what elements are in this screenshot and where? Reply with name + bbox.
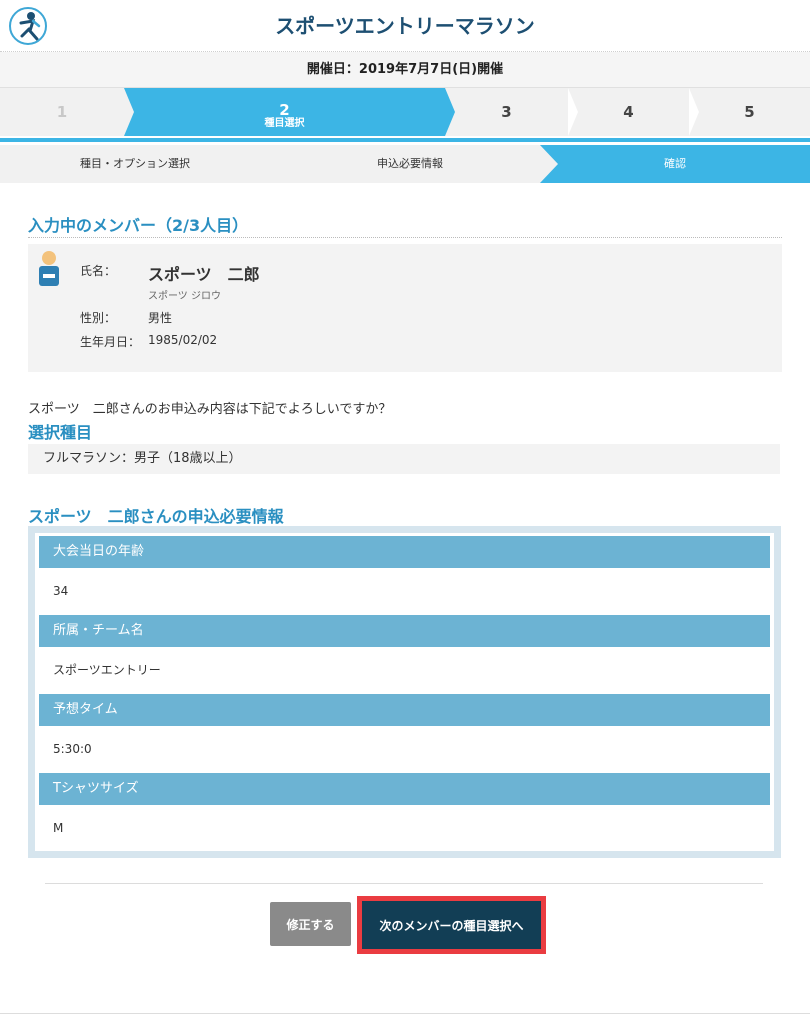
next-button-highlight: 次のメンバーの種目選択へ — [357, 896, 546, 954]
substep-required-info: 申込必要情報 — [377, 157, 443, 170]
step-chevron — [568, 88, 578, 136]
member-name-kana: スポーツ ジロウ — [148, 291, 221, 302]
info-label-team: 所属・チーム名 — [39, 615, 770, 647]
substep-options: 種目・オプション選択 — [80, 157, 190, 170]
progress-steps: 1 2 種目選択 3 4 5 — [0, 88, 810, 136]
step-number: 1 — [56, 103, 68, 121]
member-card: 氏名： スポーツ 二郎 スポーツ ジロウ 性別： 男性 生年月日： 1985/0… — [28, 244, 782, 372]
info-label-tshirt: Tシャツサイズ — [39, 773, 770, 805]
info-value-tshirt: M — [53, 821, 64, 835]
step-number: 3 — [501, 103, 512, 121]
info-value-time: 5:30:0 — [53, 742, 92, 756]
steps-underline — [0, 136, 810, 142]
step-chevron — [445, 88, 455, 136]
member-heading: 入力中のメンバー（2/3人目） — [28, 216, 249, 235]
step-3: 3 — [445, 88, 568, 136]
sub-steps: 種目・オプション選択 申込必要情報 確認 — [0, 145, 810, 183]
step-chevron — [124, 88, 134, 136]
divider — [45, 883, 763, 884]
gender-label: 性別： — [80, 311, 117, 325]
event-date: 開催日：2019年7月7日(日)開催 — [0, 52, 810, 88]
step-number: 5 — [744, 103, 755, 121]
selected-event-heading: 選択種目 — [28, 423, 93, 442]
step-4: 4 — [568, 88, 689, 136]
selected-event-value: フルマラソン：男子（18歳以上） — [28, 444, 780, 474]
info-value-team: スポーツエントリー — [53, 663, 161, 677]
app-title: スポーツエントリーマラソン — [275, 14, 535, 38]
step-chevron — [689, 88, 699, 136]
footer-divider — [0, 1013, 810, 1014]
app-header: スポーツエントリーマラソン — [0, 0, 810, 52]
info-value-age: 34 — [53, 584, 69, 598]
heading-divider — [28, 237, 782, 238]
step-5: 5 — [689, 88, 810, 136]
name-label: 氏名： — [80, 264, 117, 278]
required-info-heading: スポーツ 二郎さんの申込必要情報 — [28, 507, 284, 526]
member-birth: 1985/02/02 — [148, 333, 218, 347]
member-gender: 男性 — [148, 311, 173, 325]
step-number: 2 — [279, 101, 290, 119]
member-name: スポーツ 二郎 — [148, 265, 260, 284]
person-icon — [38, 250, 60, 286]
step-label: 種目選択 — [264, 118, 305, 129]
confirm-question: スポーツ 二郎さんのお申込み内容は下記でよろしいですか？ — [28, 402, 392, 417]
step-number: 4 — [623, 103, 634, 121]
step-1: 1 — [0, 88, 124, 136]
runner-logo-icon[interactable] — [9, 7, 47, 45]
required-info-table: 大会当日の年齢 34 所属・チーム名 スポーツエントリー 予想タイム 5:30:… — [28, 526, 781, 858]
substep-confirm: 確認 — [540, 145, 810, 183]
next-member-button[interactable]: 次のメンバーの種目選択へ — [362, 901, 541, 949]
step-2-active: 2 種目選択 — [124, 88, 445, 136]
info-label-time: 予想タイム — [39, 694, 770, 726]
birth-label: 生年月日： — [80, 335, 141, 349]
edit-button[interactable]: 修正する — [270, 902, 351, 946]
info-label-age: 大会当日の年齢 — [39, 536, 770, 568]
